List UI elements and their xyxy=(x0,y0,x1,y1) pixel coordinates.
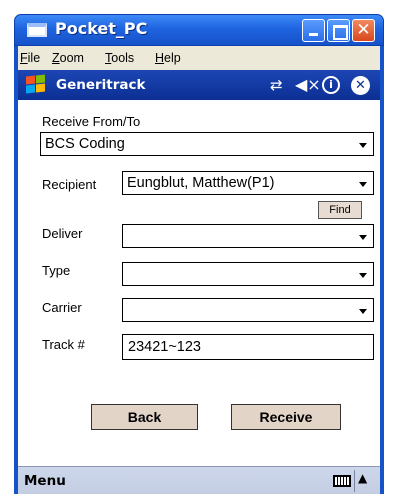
track-number-value: 23421~123 xyxy=(128,339,201,355)
close-button[interactable]: ✕ xyxy=(352,19,375,42)
carrier-dropdown[interactable] xyxy=(122,298,374,322)
chevron-down-icon xyxy=(359,235,367,240)
close-icon: ✕ xyxy=(356,20,371,40)
minimize-button[interactable] xyxy=(302,19,325,42)
info-icon[interactable]: i xyxy=(322,76,340,94)
menu-file[interactable]: File xyxy=(20,51,40,65)
menu-bar: File Zoom Tools Help xyxy=(18,46,380,70)
windows-flag-icon[interactable] xyxy=(25,74,47,95)
chevron-down-icon xyxy=(359,273,367,278)
menu-zoom[interactable]: Zoom xyxy=(52,51,84,65)
deliver-dropdown[interactable] xyxy=(122,224,374,248)
receive-from-to-dropdown[interactable]: BCS Coding xyxy=(40,132,374,156)
volume-mute-icon[interactable]: ◀× xyxy=(295,75,321,95)
soft-key-bar: Menu ▲ xyxy=(18,466,380,494)
app-title: Generitrack xyxy=(56,77,146,93)
receive-form: Receive From/To BCS Coding Recipient Eun… xyxy=(18,100,380,466)
menu-soft-key[interactable]: Menu xyxy=(24,473,66,489)
back-button[interactable]: Back xyxy=(91,404,198,430)
track-number-input[interactable]: 23421~123 xyxy=(122,334,374,360)
receive-button[interactable]: Receive xyxy=(231,404,341,430)
maximize-button[interactable] xyxy=(327,19,350,42)
app-close-icon[interactable]: ✕ xyxy=(351,76,370,95)
carrier-label: Carrier xyxy=(42,300,82,315)
sip-arrow-icon[interactable]: ▲ xyxy=(358,471,367,485)
type-label: Type xyxy=(42,263,71,278)
recipient-value: Eungblut, Matthew(P1) xyxy=(127,175,275,191)
chevron-down-icon xyxy=(359,309,367,314)
chevron-down-icon xyxy=(359,182,367,187)
deliver-label: Deliver xyxy=(42,226,83,241)
device-screen: Generitrack ⇄ ◀× i ✕ Receive From/To BCS… xyxy=(18,70,380,494)
receive-from-to-value: BCS Coding xyxy=(45,136,125,152)
window-icon xyxy=(27,23,47,37)
emulator-title-bar[interactable]: Pocket_PC ✕ xyxy=(14,14,384,46)
find-button[interactable]: Find xyxy=(318,201,362,219)
app-title-bar: Generitrack ⇄ ◀× i ✕ xyxy=(18,70,380,100)
window-title: Pocket_PC xyxy=(55,19,148,38)
menu-tools[interactable]: Tools xyxy=(105,51,134,65)
divider xyxy=(354,470,355,492)
track-label: Track # xyxy=(42,337,85,352)
receive-from-to-label: Receive From/To xyxy=(42,114,141,129)
recipient-dropdown[interactable]: Eungblut, Matthew(P1) xyxy=(122,171,374,195)
keyboard-icon[interactable] xyxy=(333,475,351,487)
connectivity-icon[interactable]: ⇄ xyxy=(270,75,283,95)
type-dropdown[interactable] xyxy=(122,262,374,286)
recipient-label: Recipient xyxy=(42,177,97,192)
menu-help[interactable]: Help xyxy=(155,51,181,65)
chevron-down-icon xyxy=(359,143,367,148)
